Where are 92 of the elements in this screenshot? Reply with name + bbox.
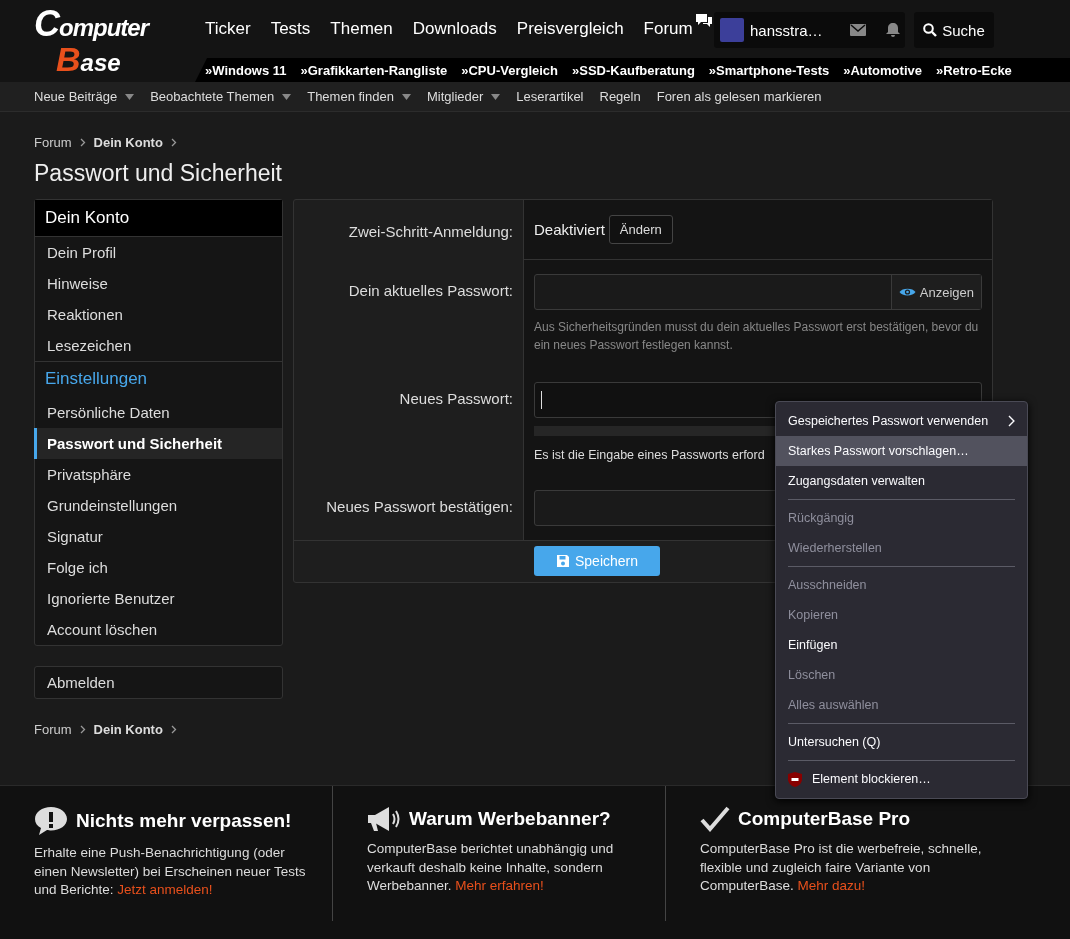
footer-link[interactable]: Mehr dazu! <box>797 878 866 894</box>
shield-icon <box>788 771 802 787</box>
footer-text: ComputerBase Pro ist die werbefreie, schnelle, flexible und zugleich faire Variante von ComputerBase. Mehr dazu! <box>700 840 983 896</box>
sidebar-item[interactable]: Passwort und Sicherheit <box>34 428 282 459</box>
caret-icon <box>401 93 411 100</box>
subnav-link[interactable]: Themen finden <box>307 89 411 104</box>
menu-item[interactable]: Einfügen <box>776 630 1027 660</box>
status-text: Deaktiviert <box>534 221 605 238</box>
speech-bubble-icon <box>34 806 68 836</box>
caret-icon <box>282 93 292 100</box>
field-label: Neues Passwort bestätigen: <box>326 498 513 515</box>
mail-icon[interactable] <box>850 24 866 36</box>
quick-link[interactable]: »Automotive <box>843 62 922 78</box>
breadcrumb-link[interactable]: Dein Konto <box>93 134 163 150</box>
logo-text: Base <box>56 42 121 76</box>
chevron-icon <box>79 724 86 734</box>
show-button[interactable]: Anzeigen <box>890 275 981 309</box>
quick-link[interactable]: »Windows 11 <box>205 62 287 78</box>
avatar <box>720 18 744 42</box>
field-label: Zwei-Schritt-Anmeldung: <box>348 223 513 240</box>
breadcrumb-link[interactable]: Forum <box>34 721 72 737</box>
logo-text: Computer <box>34 6 148 42</box>
change-button[interactable]: Ändern <box>608 215 673 244</box>
footer-heading: Nichts mehr verpassen! <box>76 810 292 832</box>
quick-link[interactable]: »CPU-Vergleich <box>461 62 559 78</box>
subnav-link[interactable]: Mitglieder <box>426 89 501 104</box>
menu-item[interactable]: Element blockieren… <box>776 764 1027 794</box>
user-name: hansstra… <box>750 21 824 39</box>
menu-item[interactable]: Untersuchen (Q) <box>776 727 1027 757</box>
subnav-link[interactable]: Beobachtete Themen <box>150 89 292 104</box>
sidebar-item[interactable]: Grundeinstellungen <box>34 490 282 521</box>
nav-link[interactable]: Themen <box>330 13 393 39</box>
subnav-link[interactable]: Regeln <box>599 89 641 104</box>
caret-icon <box>491 93 501 100</box>
footer-heading: Warum Werbebanner? <box>409 808 611 830</box>
password-field[interactable]: Anzeigen <box>534 274 982 310</box>
sidebar-item[interactable]: Ignorierte Benutzer <box>34 583 282 614</box>
quick-link[interactable]: »Retro-Ecke <box>935 62 1012 78</box>
quick-link[interactable]: »Grafikkarten-Rangliste <box>300 62 448 78</box>
breadcrumb-link[interactable]: Forum <box>34 134 72 150</box>
text-cursor <box>541 391 542 409</box>
chevron-icon <box>1008 415 1015 427</box>
menu-item[interactable]: Starkes Passwort vorschlagen… <box>776 436 1027 466</box>
sidebar-item[interactable]: Dein Profil <box>34 237 282 268</box>
footer-link[interactable]: Jetzt anmelden! <box>117 882 213 898</box>
sidebar-item[interactable]: Privatsphäre <box>34 459 282 490</box>
chevron-icon <box>79 137 86 147</box>
megaphone-icon <box>367 806 401 832</box>
sidebar-item[interactable]: Signatur <box>34 521 282 552</box>
nav-link[interactable]: Preisvergleich <box>516 13 624 39</box>
menu-item[interactable]: Gespeichertes Passwort verwenden <box>776 406 1027 436</box>
footer-heading: ComputerBase Pro <box>738 808 911 830</box>
sidebar-heading: Einstellungen <box>35 361 282 397</box>
nav-link[interactable]: Ticker <box>205 13 251 39</box>
checkmark-icon <box>700 806 730 832</box>
subnav-link[interactable]: Neue Beiträge <box>34 89 135 104</box>
sidebar-item[interactable]: Persönliche Daten <box>34 397 282 428</box>
logo[interactable]: Computer Base <box>34 6 184 76</box>
search-button[interactable]: Suche <box>914 12 994 48</box>
chat-icon <box>694 13 713 29</box>
field-label: Neues Passwort: <box>399 390 513 407</box>
search-icon <box>923 23 938 37</box>
page-title: Passwort und Sicherheit <box>34 160 283 187</box>
footer-text: ComputerBase berichtet unabhängig und verkauft deshalb keine Inhalte, sondern Werbebanner. Mehr erfahren! <box>367 840 615 896</box>
nav-link[interactable]: Downloads <box>412 13 497 39</box>
chevron-icon <box>170 724 177 734</box>
subnav-link[interactable]: Foren als gelesen markieren <box>656 89 822 104</box>
sidebar-item[interactable]: Reaktionen <box>34 299 282 330</box>
field-label: Dein aktuelles Passwort: <box>348 282 513 299</box>
caret-icon <box>125 93 135 100</box>
quick-link[interactable]: »SSD-Kaufberatung <box>572 62 695 78</box>
validation-message: Es ist die Eingabe eines Passworts erford <box>534 448 765 462</box>
eye-icon <box>898 286 916 298</box>
nav-link[interactable]: Tests <box>270 13 311 39</box>
user-menu[interactable]: hansstra… <box>714 12 905 48</box>
subnav-link[interactable]: Leserartikel <box>516 89 584 104</box>
sidebar-item[interactable]: Folge ich <box>34 552 282 583</box>
menu-item[interactable]: Zugangsdaten verwalten <box>776 466 1027 496</box>
sidebar-heading: Dein Konto <box>35 200 282 237</box>
footer-text: Erhalte eine Push-Benachrichtigung (oder einen Newsletter) bei Erscheinen neuer Tests und Berichte: Jetzt anmelden! <box>34 844 307 900</box>
sidebar-item[interactable]: Account löschen <box>34 614 282 645</box>
bell-icon[interactable] <box>886 22 900 38</box>
footer-link[interactable]: Mehr erfahren! <box>455 878 544 894</box>
nav-link[interactable]: Forum <box>643 13 713 39</box>
sidebar-item[interactable]: Hinweise <box>34 268 282 299</box>
breadcrumb-link[interactable]: Dein Konto <box>93 721 163 737</box>
quick-link[interactable]: »Smartphone-Tests <box>708 62 830 78</box>
chevron-icon <box>170 137 177 147</box>
hint-text: Aus Sicherheitsgründen musst du dein aktuelles Passwort erst bestätigen, bevor du ein neues Passwort festlegen kannst. <box>534 319 980 354</box>
sidebar-item[interactable]: Lesezeichen <box>34 330 282 361</box>
floppy-icon <box>556 554 570 568</box>
logout-link[interactable]: Abmelden <box>34 667 282 698</box>
